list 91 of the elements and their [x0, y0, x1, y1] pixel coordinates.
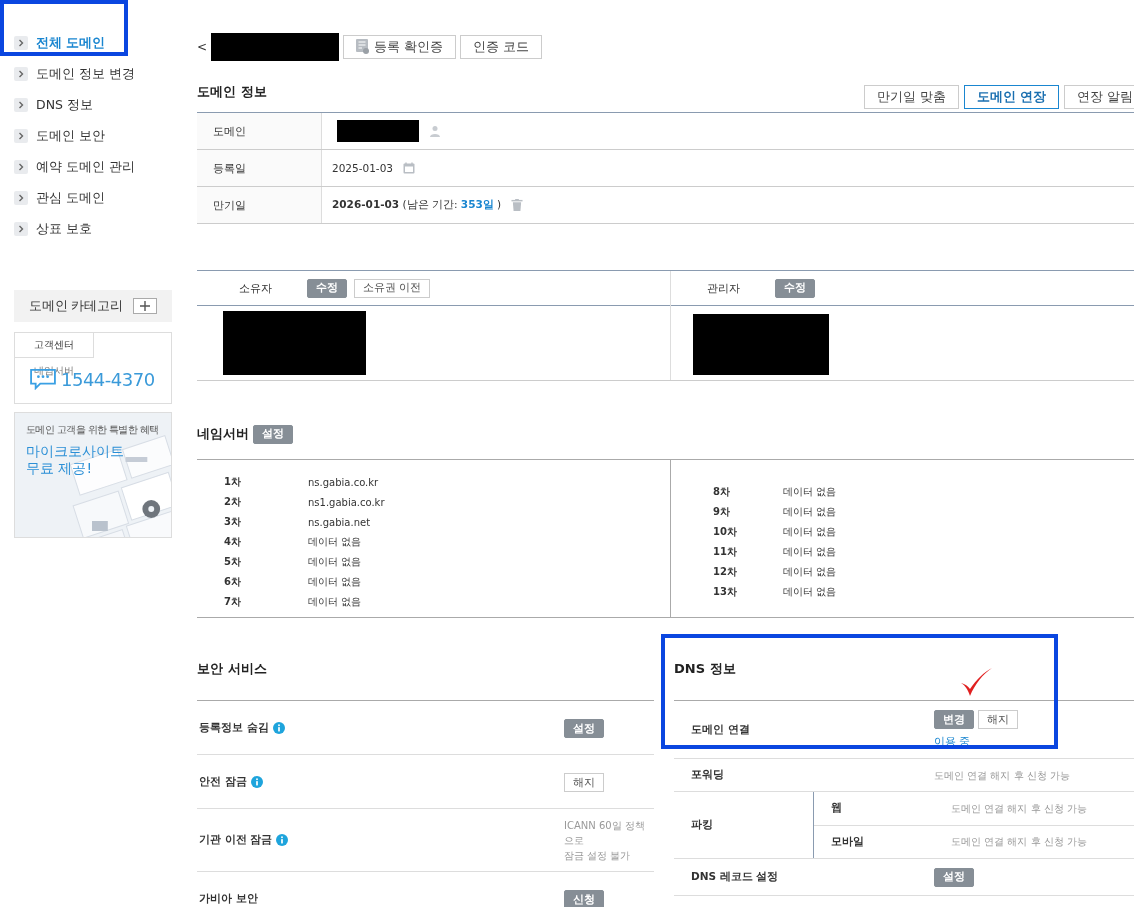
- toolbar-button[interactable]: 인증 코드: [460, 35, 543, 59]
- trash-icon[interactable]: [511, 199, 524, 211]
- small-button[interactable]: 해지: [978, 710, 1018, 729]
- add-button[interactable]: [133, 298, 158, 314]
- action-button[interactable]: 연장 알림: [1064, 85, 1134, 109]
- promo-banner[interactable]: 도메인 고객을 위한 특별한 혜택 마이크로사이트 무료 제공!: [14, 412, 172, 538]
- nameserver-value: ns.gabia.net: [308, 516, 371, 528]
- dns-label: 파킹: [691, 818, 713, 832]
- service-label: 기관 이전 잠금: [199, 833, 273, 847]
- sidebar-item[interactable]: DNS 정보: [14, 94, 93, 116]
- chevron-icon: [14, 36, 28, 50]
- toolbar-button[interactable]: 등록 확인증: [343, 35, 457, 59]
- nameserver-value: ns.gabia.co.kr: [308, 476, 379, 488]
- support-tab[interactable]: 고객센터: [15, 333, 94, 358]
- certificate-icon: [356, 39, 371, 55]
- note-text: 도메인 연결 해지 후 신청 가능: [934, 768, 1070, 783]
- info-icon[interactable]: [276, 834, 289, 846]
- rank-label: 11차: [713, 545, 738, 559]
- sidebar-item[interactable]: 예약 도메인 관리: [14, 156, 135, 178]
- table-header-cell: 만기일: [197, 187, 322, 223]
- sidebar-item[interactable]: 도메인 정보 변경: [14, 63, 135, 85]
- rank-label: 12차: [713, 565, 738, 579]
- sidebar-item[interactable]: 관심 도메인: [14, 187, 105, 209]
- note-text: 도메인 연결 해지 후 신청 가능: [951, 835, 1087, 850]
- chevron-icon: [14, 160, 28, 174]
- dns-label: 도메인 연결: [691, 722, 750, 737]
- rank-label: 8차: [713, 485, 731, 499]
- table-header-cell: 등록일: [197, 150, 322, 186]
- rank-label: 4차: [224, 535, 242, 549]
- person-icon: [429, 125, 441, 137]
- service-label: 등록정보 숨김: [199, 720, 269, 735]
- service-label: 가비아 보안: [199, 891, 258, 906]
- nameserver-value: 데이터 없음: [783, 545, 837, 559]
- dns-sub-label: 웹: [830, 801, 843, 816]
- info-icon[interactable]: [272, 721, 285, 734]
- sidebar-item[interactable]: 전체 도메인: [14, 32, 106, 54]
- banner-caption: 도메인 고객을 위한 특별한 혜택: [26, 423, 160, 437]
- note-text: 으로: [564, 833, 585, 848]
- sidebar-item[interactable]: 도메인 보안: [14, 125, 105, 147]
- section-title: 네임서버: [197, 425, 249, 443]
- note-text: 도메인 연결 해지 후 신청 가능: [951, 801, 1087, 816]
- nameserver-value: 데이터 없음: [308, 575, 362, 589]
- table-header-cell: 도메인: [197, 113, 322, 149]
- rank-label: 6차: [224, 575, 242, 589]
- category-label: 도메인 카테고리: [28, 297, 124, 315]
- sidebar-item[interactable]: 상표 보호: [14, 218, 92, 240]
- dns-label: 포워딩: [691, 768, 724, 782]
- banner-headline: 무료 제공!: [26, 460, 94, 477]
- small-button[interactable]: 해지: [564, 773, 604, 793]
- nameserver-value: ns1.gabia.co.kr: [308, 496, 385, 508]
- rank-label: 2차: [224, 495, 242, 509]
- chevron-icon: [14, 222, 28, 236]
- chevron-icon: [14, 67, 28, 81]
- section-title: DNS 정보: [674, 660, 736, 678]
- rank-label: 10차: [713, 525, 738, 539]
- section-title: 도메인 정보: [197, 83, 267, 101]
- chevron-icon: [14, 98, 28, 112]
- info-icon[interactable]: [250, 775, 263, 788]
- nameserver-value: 데이터 없음: [783, 485, 837, 499]
- small-button[interactable]: 소유권 이전: [354, 278, 431, 298]
- action-button[interactable]: 만기일 맞춤: [863, 85, 959, 109]
- rank-label: 7차: [224, 595, 242, 609]
- nameserver-value: 데이터 없음: [783, 565, 837, 579]
- rank-label: 9차: [713, 505, 731, 519]
- action-button[interactable]: 도메인 연장: [963, 85, 1059, 109]
- nameserver-value: 데이터 없음: [783, 525, 837, 539]
- expiry-value: 2026-01-03 (남은 기간: 353일 ): [332, 198, 502, 212]
- chevron-icon: [14, 191, 28, 205]
- section-title: 보안 서비스: [197, 660, 267, 678]
- contact-label: 소유자: [239, 280, 272, 296]
- rank-label: 1차: [224, 475, 242, 489]
- date-value: 2025-01-03: [332, 162, 394, 174]
- calendar-icon[interactable]: [403, 162, 416, 174]
- note-text: 잠금 설정 불가: [564, 848, 632, 863]
- dns-sub-label: 모바일: [830, 834, 865, 849]
- plus-icon: [140, 301, 151, 311]
- banner-headline: 마이크로사이트: [26, 443, 125, 460]
- contact-label: 관리자: [706, 280, 740, 296]
- dns-label: DNS 레코드 설정: [691, 870, 779, 884]
- chevron-icon: [14, 129, 28, 143]
- nameserver-value: 데이터 없음: [308, 535, 362, 549]
- service-label: 안전 잠금: [199, 774, 247, 789]
- nameserver-value: 데이터 없음: [783, 505, 837, 519]
- rank-label: 13차: [713, 585, 738, 599]
- rank-label: 5차: [224, 555, 242, 569]
- rank-label: 3차: [224, 515, 242, 529]
- nameserver-value: 데이터 없음: [308, 595, 362, 609]
- note-text: ICANN 60일 정책: [564, 818, 646, 833]
- nameserver-value: 데이터 없음: [783, 585, 837, 599]
- back-link[interactable]: <: [197, 40, 208, 54]
- nameserver-value: 데이터 없음: [308, 555, 362, 569]
